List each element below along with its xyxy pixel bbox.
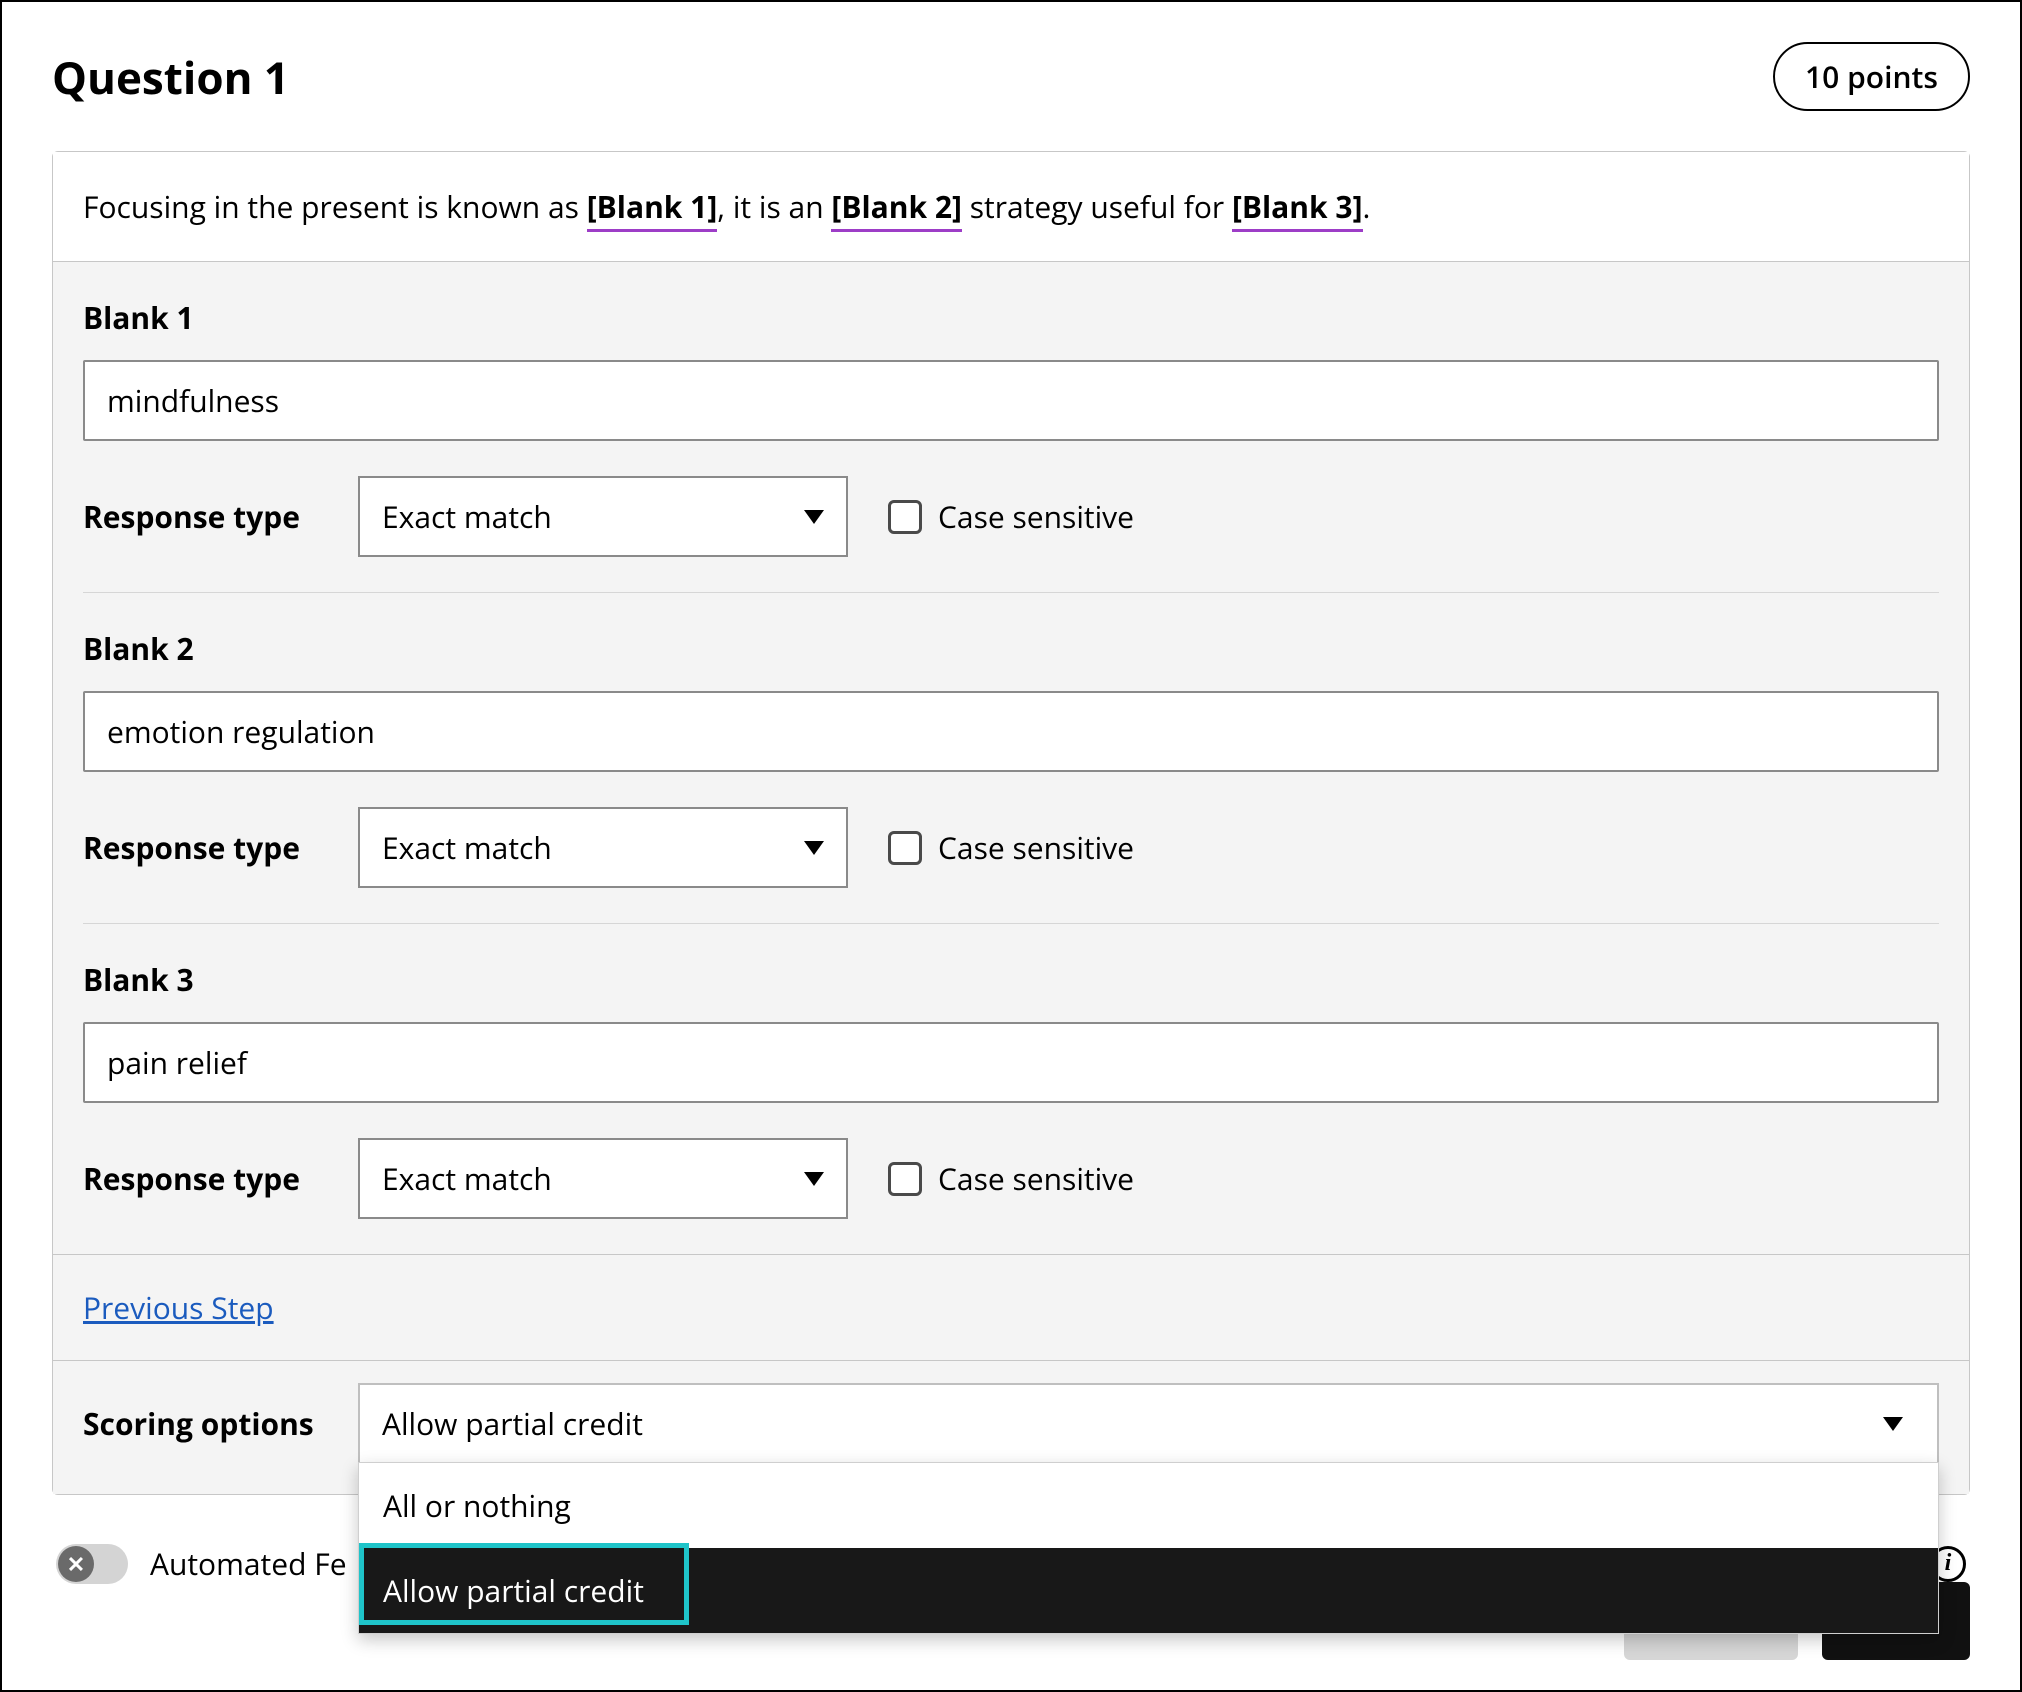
- case-sensitive-checkbox-1[interactable]: Case sensitive: [888, 496, 1134, 537]
- response-type-label: Response type: [83, 827, 318, 868]
- question-header: Question 1 10 points: [52, 22, 1970, 151]
- blank-3-input[interactable]: [83, 1022, 1939, 1103]
- stem-blank-1: [Blank 1]: [587, 186, 718, 232]
- points-pill[interactable]: 10 points: [1773, 42, 1970, 111]
- question-editor-panel: Question 1 10 points Focusing in the pre…: [0, 0, 2022, 1692]
- response-type-select-1[interactable]: Exact match: [358, 476, 848, 557]
- blank-1-input[interactable]: [83, 360, 1939, 441]
- blank-1-response-row: Response type Exact match Case sensitive: [83, 476, 1939, 557]
- response-type-label: Response type: [83, 1158, 318, 1199]
- blank-3-response-row: Response type Exact match Case sensitive: [83, 1138, 1939, 1219]
- previous-step-row: Previous Step: [53, 1254, 1969, 1361]
- stem-text: , it is an: [717, 186, 831, 227]
- response-type-select-3[interactable]: Exact match: [358, 1138, 848, 1219]
- scoring-options-row: Scoring options Allow partial credit All…: [53, 1361, 1969, 1494]
- question-stem: Focusing in the present is known as [Bla…: [53, 152, 1969, 262]
- case-sensitive-checkbox-3[interactable]: Case sensitive: [888, 1158, 1134, 1199]
- toggle-off-icon: ✕: [58, 1546, 94, 1582]
- stem-text: strategy useful for: [962, 186, 1232, 227]
- blanks-area: Blank 1 Response type Exact match Case s…: [53, 262, 1969, 1254]
- response-type-value: Exact match: [382, 496, 552, 537]
- checkbox-icon: [888, 500, 922, 534]
- blank-2-input[interactable]: [83, 691, 1939, 772]
- scoring-option-all-or-nothing[interactable]: All or nothing: [359, 1463, 1938, 1548]
- scoring-option-allow-partial-credit[interactable]: Allow partial credit: [359, 1548, 1938, 1633]
- stem-blank-2: [Blank 2]: [831, 186, 962, 232]
- automated-feedback-label: Automated Fe: [150, 1543, 347, 1584]
- response-type-select-2[interactable]: Exact match: [358, 807, 848, 888]
- scoring-options-select[interactable]: Allow partial credit All or nothing Allo…: [358, 1383, 1939, 1464]
- case-sensitive-checkbox-2[interactable]: Case sensitive: [888, 827, 1134, 868]
- scoring-options-dropdown: All or nothing Allow partial credit: [358, 1462, 1939, 1634]
- blank-group-1: Blank 1 Response type Exact match Case s…: [83, 262, 1939, 593]
- question-card: Focusing in the present is known as [Bla…: [52, 151, 1970, 1495]
- blank-1-label: Blank 1: [83, 297, 1939, 338]
- blank-2-response-row: Response type Exact match Case sensitive: [83, 807, 1939, 888]
- response-type-value: Exact match: [382, 1158, 552, 1199]
- question-title: Question 1: [52, 47, 289, 107]
- caret-down-icon: [804, 841, 824, 855]
- case-sensitive-label: Case sensitive: [938, 1158, 1134, 1199]
- stem-blank-3: [Blank 3]: [1232, 186, 1363, 232]
- caret-down-icon: [804, 510, 824, 524]
- case-sensitive-label: Case sensitive: [938, 827, 1134, 868]
- checkbox-icon: [888, 1162, 922, 1196]
- blank-group-3: Blank 3 Response type Exact match Case s…: [83, 924, 1939, 1254]
- scoring-options-label: Scoring options: [83, 1403, 318, 1444]
- case-sensitive-label: Case sensitive: [938, 496, 1134, 537]
- previous-step-link[interactable]: Previous Step: [83, 1287, 274, 1328]
- caret-down-icon: [1883, 1417, 1903, 1431]
- stem-text: .: [1363, 186, 1371, 227]
- checkbox-icon: [888, 831, 922, 865]
- response-type-label: Response type: [83, 496, 318, 537]
- automated-feedback-toggle[interactable]: ✕: [56, 1544, 128, 1584]
- automated-feedback-row: ✕ Automated Fe: [56, 1543, 347, 1584]
- scoring-selected-value: Allow partial credit: [382, 1403, 643, 1444]
- blank-3-label: Blank 3: [83, 959, 1939, 1000]
- caret-down-icon: [804, 1172, 824, 1186]
- response-type-value: Exact match: [382, 827, 552, 868]
- blank-group-2: Blank 2 Response type Exact match Case s…: [83, 593, 1939, 924]
- stem-text: Focusing in the present is known as: [83, 186, 587, 227]
- blank-2-label: Blank 2: [83, 628, 1939, 669]
- x-icon: ✕: [67, 1549, 85, 1579]
